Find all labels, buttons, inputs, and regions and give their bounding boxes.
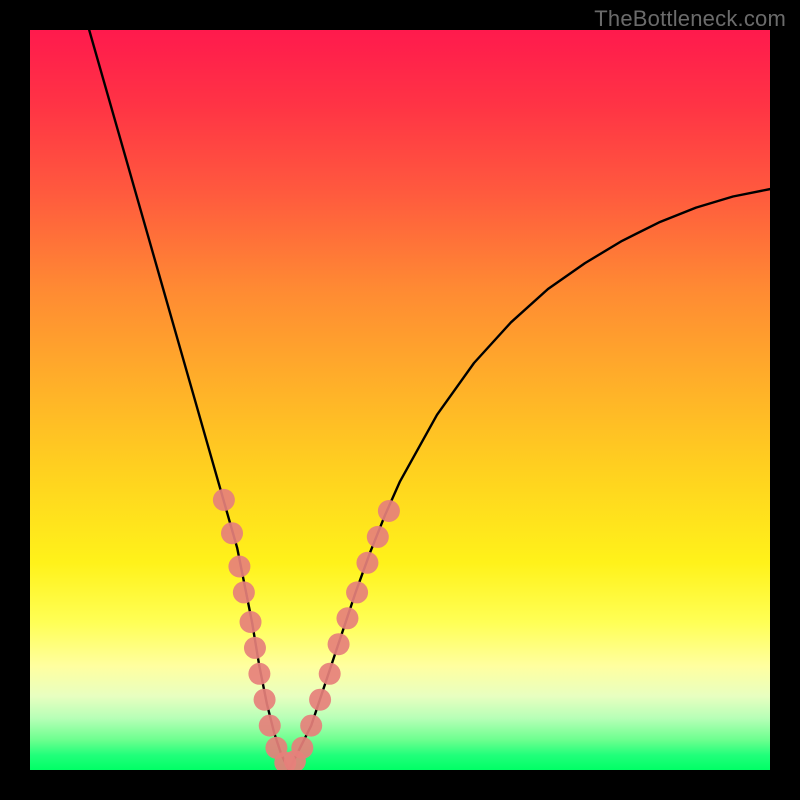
highlight-marker (309, 689, 331, 711)
plot-area (30, 30, 770, 770)
watermark-text: TheBottleneck.com (594, 6, 786, 32)
highlight-marker (378, 500, 400, 522)
highlight-marker (233, 581, 255, 603)
highlight-marker (248, 663, 270, 685)
highlight-marker (221, 522, 243, 544)
highlight-marker (328, 633, 350, 655)
highlight-marker (259, 715, 281, 737)
highlighted-points-group (213, 489, 400, 770)
curve-layer (30, 30, 770, 770)
highlight-marker (319, 663, 341, 685)
bottleneck-curve (89, 30, 770, 770)
highlight-marker (240, 611, 262, 633)
highlight-marker (228, 556, 250, 578)
chart-frame: TheBottleneck.com (0, 0, 800, 800)
highlight-marker (213, 489, 235, 511)
highlight-marker (346, 581, 368, 603)
highlight-marker (254, 689, 276, 711)
highlight-marker (244, 637, 266, 659)
highlight-marker (300, 715, 322, 737)
highlight-marker (356, 552, 378, 574)
highlight-marker (336, 607, 358, 629)
highlight-marker (291, 737, 313, 759)
highlight-marker (367, 526, 389, 548)
